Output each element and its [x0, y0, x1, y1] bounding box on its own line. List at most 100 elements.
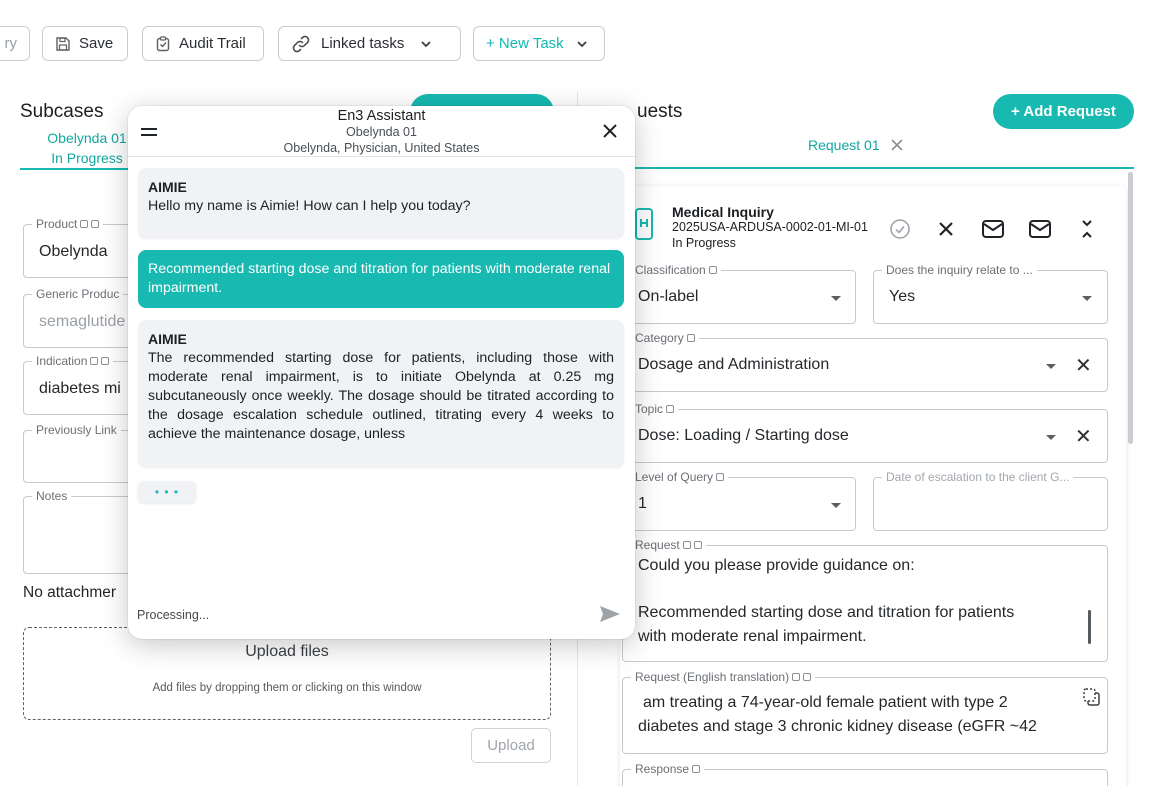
- notes-label: Notes: [32, 489, 72, 503]
- medical-inquiry-icon: [635, 208, 653, 240]
- previously-linked-label: Previously Link: [32, 423, 121, 437]
- check-circle-icon[interactable]: [889, 218, 911, 240]
- copy-icon: [686, 334, 695, 342]
- audit-trail-button[interactable]: Audit Trail: [142, 26, 264, 61]
- clear-icon[interactable]: ✕: [1075, 424, 1092, 449]
- inquiry-id: 2025USA-ARDUSA-0002-01-MI-01: [672, 220, 868, 234]
- upload-button[interactable]: Upload: [471, 728, 551, 763]
- chat-context: Obelynda, Physician, United States: [283, 141, 480, 155]
- category-select[interactable]: Category Dosage and Administration ✕: [622, 331, 1108, 392]
- close-tab-icon[interactable]: [890, 138, 904, 152]
- chat-header-divider: [128, 156, 635, 157]
- no-attachments-text: No attachmer: [23, 584, 117, 601]
- upload-dropzone[interactable]: Upload files Add files by dropping them …: [23, 627, 551, 720]
- category-value: Dosage and Administration: [638, 356, 830, 373]
- app-root: ry Save Audit Trail Linked tasks + New T…: [0, 0, 1160, 786]
- translate-icon: [101, 357, 110, 365]
- topic-label: Topic: [635, 402, 664, 416]
- inquiry-status: In Progress: [672, 236, 736, 250]
- send-icon[interactable]: [598, 604, 622, 624]
- classification-value: On-label: [638, 288, 699, 305]
- escalation-date-label: Date of escalation to the client G...: [882, 470, 1074, 484]
- level-of-query-label: Level of Query: [635, 470, 714, 484]
- chat-input[interactable]: Processing...: [137, 608, 209, 622]
- response-field[interactable]: Response: [622, 762, 1108, 786]
- history-button[interactable]: ry: [0, 26, 30, 61]
- save-icon: [56, 36, 70, 51]
- inquiry-relates-label: Does the inquiry relate to ...: [882, 263, 1037, 277]
- copy-icon: [792, 673, 801, 681]
- topic-select[interactable]: Topic Dose: Loading / Starting dose ✕: [622, 402, 1108, 463]
- inquiry-type: Medical Inquiry: [672, 204, 774, 220]
- translation-textarea[interactable]: Request (English translation) am treatin…: [622, 670, 1108, 754]
- chat-title: En3 Assistant: [337, 108, 426, 124]
- translation-label: Request (English translation): [635, 670, 790, 684]
- translation-line-2: diabetes and stage 3 chronic kidney dise…: [638, 718, 1037, 735]
- generic-product-label: Generic Produc: [32, 287, 124, 301]
- request-line-3: with moderate renal impairment.: [638, 628, 867, 645]
- mail-icon[interactable]: [981, 219, 1005, 239]
- subcase-tab[interactable]: Obelynda 01 In Progress: [42, 128, 132, 168]
- audit-trail-label: Audit Trail: [179, 35, 246, 52]
- generic-product-value: semaglutide: [39, 313, 126, 330]
- close-icon[interactable]: [937, 220, 955, 238]
- request-tab-label: Request 01: [808, 137, 880, 153]
- request-tab[interactable]: Request 01: [808, 137, 904, 153]
- request-line-1: Could you please provide guidance on:: [638, 557, 915, 574]
- copy-icon[interactable]: [1082, 687, 1102, 707]
- copy-icon: [692, 765, 701, 773]
- assistant-message: AIMIE Hello my name is Aimie! How can I …: [138, 168, 624, 238]
- dropdown-caret-icon: [1046, 435, 1056, 440]
- category-label: Category: [635, 331, 684, 345]
- dropdown-caret-icon: [831, 296, 841, 301]
- level-of-query-value: 1: [638, 495, 647, 512]
- clear-icon[interactable]: ✕: [1075, 353, 1092, 378]
- save-button-label: Save: [79, 35, 114, 52]
- translate-icon: [91, 220, 100, 228]
- linked-tasks-button[interactable]: Linked tasks: [278, 26, 461, 61]
- collapse-icon[interactable]: [1080, 218, 1094, 240]
- translate-icon: [803, 673, 812, 681]
- clipboard-check-icon: [156, 35, 170, 51]
- user-message: Recommended starting dose and titration …: [138, 250, 624, 308]
- request-tab-underline: [590, 167, 1134, 169]
- escalation-date-field[interactable]: Date of escalation to the client G...: [873, 470, 1108, 531]
- classification-label: Classification: [635, 263, 706, 277]
- request-label: Request: [635, 538, 680, 552]
- copy-icon: [682, 541, 691, 549]
- mail-icon[interactable]: [1028, 219, 1052, 239]
- indication-label: Indication: [36, 354, 88, 368]
- classification-select[interactable]: Classification On-label: [622, 263, 856, 324]
- close-icon[interactable]: [602, 123, 618, 139]
- copy-icon: [716, 473, 725, 481]
- product-label: Product: [36, 217, 78, 231]
- subcase-tab-status: In Progress: [51, 150, 123, 166]
- message-sender: AIMIE: [148, 331, 187, 347]
- assistant-message: AIMIE The recommended starting dose for …: [138, 320, 624, 467]
- copy-icon: [80, 220, 89, 228]
- copy-icon: [666, 405, 675, 413]
- textarea-scrollbar[interactable]: [1088, 610, 1091, 644]
- save-button[interactable]: Save: [42, 26, 128, 61]
- assistant-chat-modal: En3 Assistant Obelynda 01 Obelynda, Phys…: [128, 106, 635, 639]
- dropdown-caret-icon: [1082, 296, 1092, 301]
- inquiry-relates-value: Yes: [889, 288, 916, 305]
- translation-line-1: am treating a 74-year-old female patient…: [643, 694, 1008, 711]
- add-request-button[interactable]: + Add Request: [993, 94, 1134, 129]
- subcases-title: Subcases: [20, 101, 104, 122]
- translate-icon: [693, 541, 702, 549]
- request-line-2: Recommended starting dose and titration …: [638, 604, 1015, 621]
- request-textarea[interactable]: Request Could you please provide guidanc…: [622, 538, 1108, 662]
- scrollbar[interactable]: [1128, 172, 1133, 444]
- typing-indicator: • • •: [138, 481, 196, 503]
- requests-title: uests: [637, 101, 683, 122]
- response-label: Response: [635, 762, 690, 776]
- subcase-tab-name: Obelynda 01: [47, 130, 127, 146]
- inquiry-relates-select[interactable]: Does the inquiry relate to ... Yes: [873, 263, 1108, 324]
- chevron-down-icon: [577, 40, 587, 47]
- new-task-button[interactable]: + New Task: [473, 26, 605, 61]
- chat-subtitle: Obelynda 01: [346, 125, 417, 139]
- level-of-query-select[interactable]: Level of Query 1: [622, 470, 856, 531]
- copy-icon: [708, 266, 717, 274]
- message-text: Hello my name is Aimie! How can I help y…: [148, 198, 471, 214]
